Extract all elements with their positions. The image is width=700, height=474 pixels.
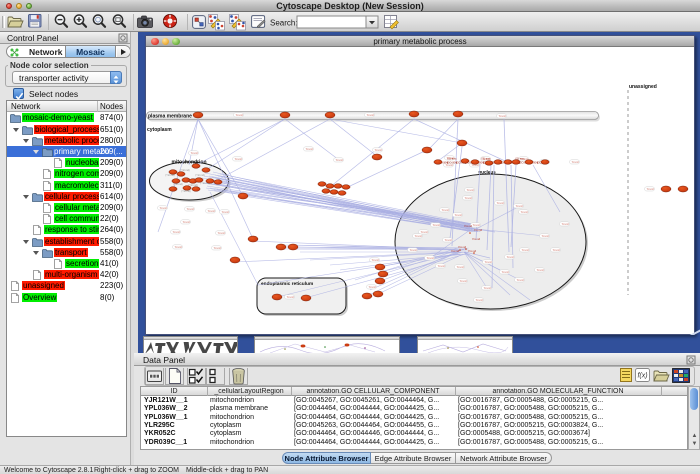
svg-text:nucleus: nucleus [478,170,496,175]
svg-text:unassigned: unassigned [629,84,657,90]
svg-text:plasma membrane: plasma membrane [148,114,192,120]
svg-text:(Yml-nd): (Yml-nd) [195,174,204,177]
svg-text:f(x): f(x) [637,373,647,380]
svg-text:Search:: Search: [270,19,298,28]
svg-text:endoplasmic reticulum: endoplasmic reticulum [261,281,313,287]
svg-text:cytoplasm: cytoplasm [147,127,172,133]
